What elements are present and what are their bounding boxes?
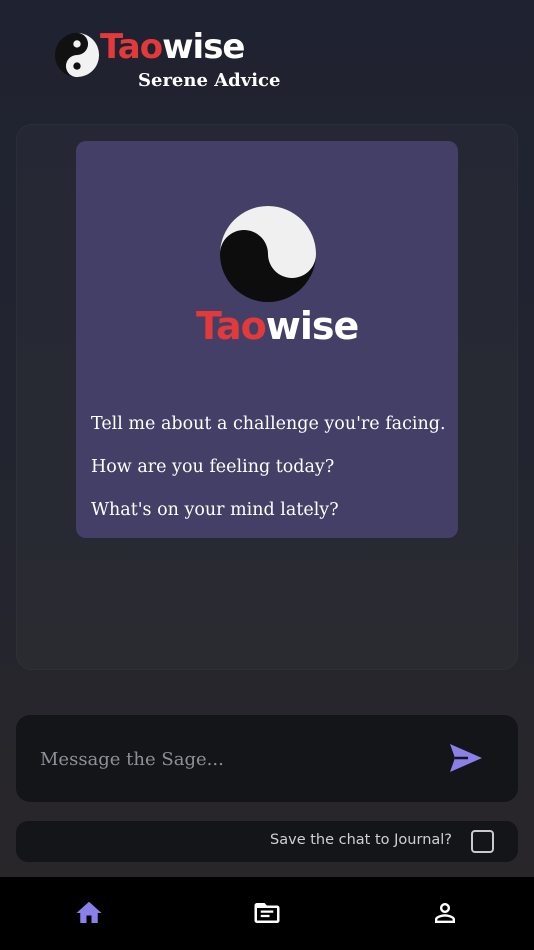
- app-header: Taowise Serene Advice: [0, 0, 534, 110]
- brand-part-wise: wise: [162, 27, 245, 67]
- suggested-prompt[interactable]: Tell me about a challenge you're facing.: [91, 409, 451, 452]
- yin-yang-logo-icon: [54, 32, 100, 78]
- card-brand-part-tao: Tao: [196, 304, 267, 348]
- card-brand-wordmark: Taowise: [196, 304, 360, 348]
- home-icon[interactable]: [74, 898, 104, 928]
- yin-yang-icon: [220, 206, 316, 302]
- journal-save-label: Save the chat to Journal?: [270, 832, 452, 848]
- message-input[interactable]: [40, 739, 420, 779]
- card-brand-part-wise: wise: [265, 304, 360, 348]
- journal-icon[interactable]: [252, 898, 282, 928]
- message-composer: [16, 715, 518, 802]
- journal-save-checkbox[interactable]: [471, 830, 494, 853]
- suggested-prompt[interactable]: What's on your mind lately?: [91, 495, 451, 538]
- brand-wordmark: Taowise: [100, 27, 246, 67]
- brand-part-tao: Tao: [100, 27, 163, 67]
- bottom-nav: [0, 877, 534, 950]
- welcome-card: Taowise Tell me about a challenge you're…: [76, 141, 458, 538]
- suggested-prompts: Tell me about a challenge you're facing.…: [91, 409, 451, 538]
- send-icon[interactable]: [448, 742, 484, 774]
- suggested-prompt[interactable]: How are you feeling today?: [91, 452, 451, 495]
- profile-icon[interactable]: [430, 898, 460, 928]
- journal-save-row: Save the chat to Journal?: [16, 821, 518, 862]
- app-subtitle: Serene Advice: [138, 70, 281, 91]
